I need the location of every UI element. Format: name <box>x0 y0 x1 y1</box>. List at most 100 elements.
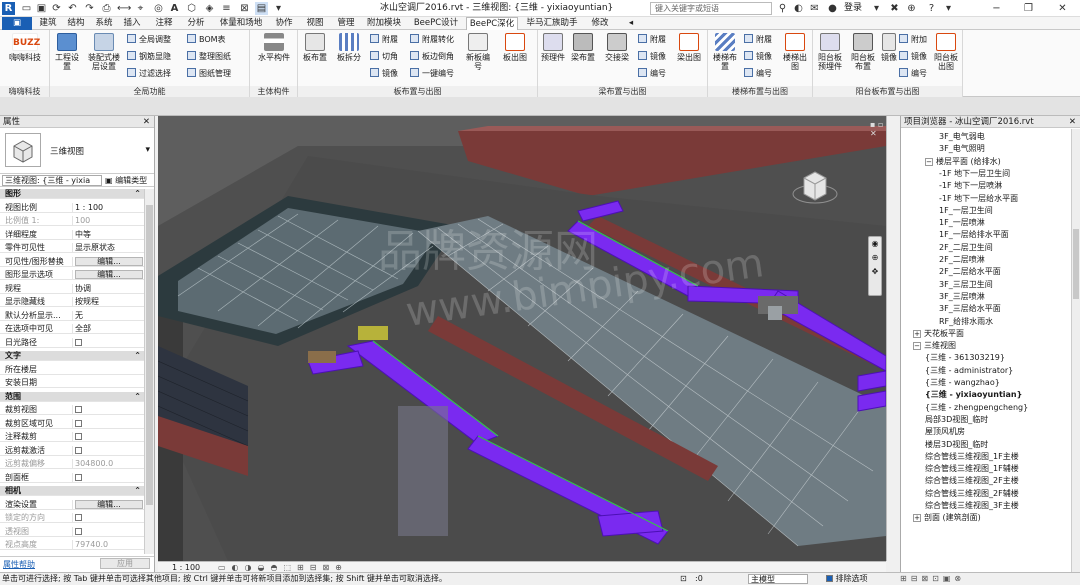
browser-item[interactable]: -1F 地下一层给水平面 <box>939 193 1018 205</box>
minimize-ribbon-icon[interactable]: ◂ <box>625 17 637 30</box>
tab-family-helper[interactable]: 毕马汇族助手 <box>524 17 580 30</box>
3d-viewport[interactable]: 品牌资源网 www.bimpipy.com ▪ ▫ ✕ ◉ ⊕ ✥ <box>158 116 886 561</box>
browser-item[interactable]: 3F_三层给水平面 <box>939 303 1001 315</box>
tab-beepc-deepen[interactable]: BeePC深化 <box>466 17 518 31</box>
help-icon[interactable]: ? <box>925 2 938 15</box>
type-selector[interactable]: 三维视图 ▾ <box>0 128 154 174</box>
tab-addins[interactable]: 附加模块 <box>365 17 403 30</box>
property-checkbox[interactable] <box>75 527 82 535</box>
print-icon[interactable]: ⎙ <box>100 2 113 15</box>
steering-wheel-icon[interactable]: ◉ <box>869 237 881 251</box>
attach-convert-button[interactable]: 附履转化 <box>410 34 454 45</box>
browser-item[interactable]: 2F_二层卫生间 <box>939 242 993 254</box>
undo-icon[interactable]: ↶ <box>66 2 79 15</box>
property-row[interactable]: 可见性/图形替换 编辑... <box>0 256 144 267</box>
edit-type-button[interactable]: ▣ 编辑类型 <box>105 175 147 186</box>
slab-split-button[interactable]: 板拆分 <box>334 33 364 62</box>
balcony-mirror-button[interactable]: 镜像 <box>899 51 927 62</box>
zoom-icon[interactable]: ⊕ <box>869 251 881 265</box>
property-value[interactable]: 编辑... <box>72 256 144 267</box>
browser-item[interactable]: {三维 - wangzhao} <box>925 377 1000 389</box>
balcony-embed-button[interactable]: 阳台板预埋件 <box>815 33 845 71</box>
3d-view-icon[interactable]: ⬡ <box>185 2 198 15</box>
balcony-mirror-big-button[interactable]: 镜像 <box>879 33 899 62</box>
property-value[interactable] <box>72 418 144 429</box>
property-row[interactable]: 裁剪区域可见 <box>0 418 144 429</box>
close-hidden-icon[interactable]: ⊠ <box>238 2 251 15</box>
property-value[interactable]: 100 <box>72 216 144 226</box>
viewport-scrollbar[interactable] <box>886 116 900 561</box>
browser-item[interactable]: 1F_一层卫生间 <box>939 205 993 217</box>
property-row[interactable]: 渲染设置 编辑... <box>0 499 144 510</box>
browser-item[interactable]: {三维 - yixiaoyuntian} <box>925 389 1022 401</box>
browser-item[interactable]: 3F_电气弱电 <box>939 131 985 143</box>
exclude-options-checkbox[interactable]: 排除选项 <box>826 573 868 585</box>
browser-item[interactable]: 屋顶风机房 <box>925 426 965 438</box>
browser-item[interactable]: -1F 地下一层喷淋 <box>939 180 1002 192</box>
property-row[interactable]: 零件可见性 显示原状态 <box>0 243 144 253</box>
property-row[interactable]: 在选项中可见 全部 <box>0 324 144 334</box>
property-value[interactable]: 无 <box>72 310 144 321</box>
thin-lines-icon[interactable]: ≡ <box>220 2 233 15</box>
collapse-icon[interactable]: ⌃ <box>134 189 141 199</box>
property-row[interactable]: 注释裁剪 <box>0 432 144 442</box>
property-row[interactable]: 锁定的方向 <box>0 513 144 523</box>
tab-view[interactable]: 视图 <box>303 17 327 30</box>
floor-settings-button[interactable]: 装配式楼层设置 <box>86 33 122 71</box>
property-checkbox[interactable] <box>75 419 82 427</box>
view-cube[interactable] <box>790 164 840 214</box>
filter-select-button[interactable]: 过滤选择 <box>127 68 171 79</box>
collapse-icon[interactable]: ⌃ <box>134 392 141 402</box>
property-value[interactable]: 显示原状态 <box>72 243 144 253</box>
bom-button[interactable]: BOM表 <box>187 34 226 45</box>
tab-manage[interactable]: 管理 <box>333 17 359 30</box>
communication-icon[interactable]: ✉ <box>808 2 821 15</box>
property-row[interactable]: 视图比例 1 : 100 <box>0 202 144 213</box>
browser-item[interactable]: 局部3D视图_临时 <box>925 414 988 426</box>
tab-beepc-design[interactable]: BeePC设计 <box>410 17 462 30</box>
design-option-select[interactable]: 主模型 <box>748 574 808 584</box>
browser-item[interactable]: 楼层3D视图_临时 <box>925 439 988 451</box>
cross-beam-button[interactable]: 交接梁 <box>602 33 632 62</box>
slab-drawing-button[interactable]: 板出图 <box>500 33 530 62</box>
browser-item[interactable]: + 剖面 (建筑剖面) <box>913 512 981 524</box>
property-row[interactable]: 剖面框 <box>0 472 144 483</box>
browser-item[interactable]: -1F 地下一层卫生间 <box>939 168 1010 180</box>
tab-insert[interactable]: 插入 <box>120 17 144 30</box>
property-value[interactable]: 按规程 <box>72 297 144 307</box>
property-value[interactable]: 79740.0 <box>72 540 144 550</box>
tab-massing[interactable]: 体量和场地 <box>215 17 267 30</box>
dropdown-icon[interactable]: ▾ <box>870 2 883 15</box>
edit-button[interactable]: 编辑... <box>75 499 143 509</box>
minimize-icon[interactable]: − <box>990 2 1003 15</box>
property-value[interactable]: 编辑... <box>72 499 144 510</box>
browser-item[interactable]: 2F_二层喷淋 <box>939 254 985 266</box>
navigation-bar[interactable]: ◉ ⊕ ✥ <box>868 236 882 296</box>
browser-item[interactable]: 综合管线三维视图_2F辅楼 <box>925 488 1019 500</box>
property-row[interactable]: 比例值 1: 100 <box>0 216 144 226</box>
organize-sheets-button[interactable]: 整理图纸 <box>187 51 231 62</box>
browser-item[interactable]: 综合管线三维视图_3F主楼 <box>925 500 1019 512</box>
stair-attach-button[interactable]: 附履 <box>744 34 772 45</box>
worksets-icon[interactable]: ⊡ <box>680 573 687 585</box>
maximize-icon[interactable]: ❐ <box>1022 2 1035 15</box>
browser-item[interactable]: 2F_二层给水平面 <box>939 266 1001 278</box>
property-checkbox[interactable] <box>75 473 82 481</box>
scroll-thumb[interactable] <box>146 205 153 505</box>
browser-item[interactable]: 3F_三层卫生间 <box>939 279 993 291</box>
property-row[interactable]: 详细程度 中等 <box>0 229 144 240</box>
property-value[interactable]: 编辑... <box>72 270 144 280</box>
browser-item[interactable]: 3F_电气照明 <box>939 143 985 155</box>
new-slab-number-button[interactable]: 新板编号 <box>463 33 493 71</box>
property-row[interactable]: 规程 协调 <box>0 283 144 294</box>
browser-item[interactable]: + 天花板平面 <box>913 328 964 340</box>
property-checkbox[interactable] <box>75 514 82 521</box>
apply-button[interactable]: 应用 <box>100 558 150 569</box>
browser-scrollbar[interactable] <box>1071 129 1080 572</box>
beam-number-button[interactable]: 编号 <box>638 68 666 79</box>
sync-icon[interactable]: ⟳ <box>50 2 63 15</box>
close-icon[interactable]: ✕ <box>1056 2 1069 15</box>
tab-modify[interactable]: 修改 <box>586 17 614 30</box>
browser-item[interactable]: 综合管线三维视图_2F主楼 <box>925 475 1019 487</box>
customize-qa-icon[interactable]: ▾ <box>272 2 285 15</box>
